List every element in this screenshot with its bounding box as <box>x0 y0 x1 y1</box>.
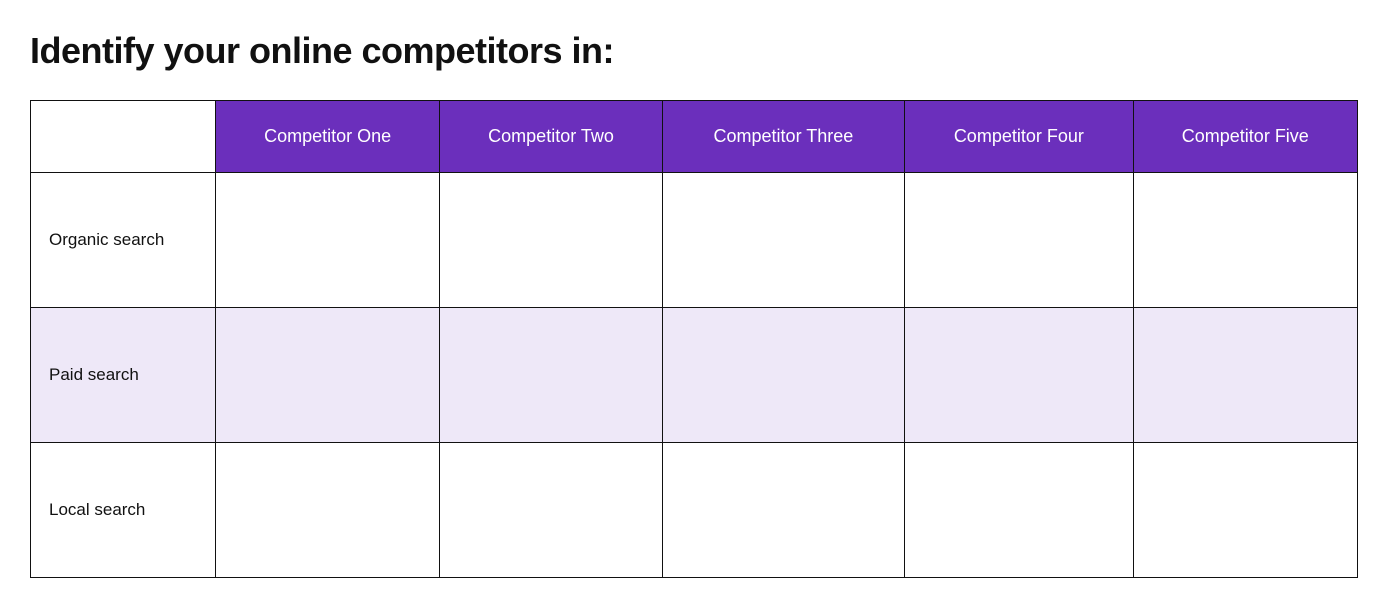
header-label-cell <box>31 101 216 173</box>
paid-competitor-three-cell[interactable] <box>662 308 904 443</box>
local-competitor-two-cell[interactable] <box>440 443 662 578</box>
local-search-label: Local search <box>31 443 216 578</box>
table-row: Organic search <box>31 173 1358 308</box>
paid-competitor-one-cell[interactable] <box>216 308 440 443</box>
table-row: Local search <box>31 443 1358 578</box>
competitor-one-header: Competitor One <box>216 101 440 173</box>
paid-competitor-five-cell[interactable] <box>1133 308 1357 443</box>
local-competitor-five-cell[interactable] <box>1133 443 1357 578</box>
table-row: Paid search <box>31 308 1358 443</box>
organic-search-label: Organic search <box>31 173 216 308</box>
competitor-four-header: Competitor Four <box>905 101 1134 173</box>
competitors-table: Competitor One Competitor Two Competitor… <box>30 100 1358 578</box>
organic-competitor-three-cell[interactable] <box>662 173 904 308</box>
local-competitor-three-cell[interactable] <box>662 443 904 578</box>
competitor-five-header: Competitor Five <box>1133 101 1357 173</box>
organic-competitor-two-cell[interactable] <box>440 173 662 308</box>
paid-competitor-two-cell[interactable] <box>440 308 662 443</box>
organic-competitor-one-cell[interactable] <box>216 173 440 308</box>
organic-competitor-four-cell[interactable] <box>905 173 1134 308</box>
local-competitor-one-cell[interactable] <box>216 443 440 578</box>
organic-competitor-five-cell[interactable] <box>1133 173 1357 308</box>
paid-competitor-four-cell[interactable] <box>905 308 1134 443</box>
competitor-three-header: Competitor Three <box>662 101 904 173</box>
page-title: Identify your online competitors in: <box>30 30 1358 72</box>
table-header-row: Competitor One Competitor Two Competitor… <box>31 101 1358 173</box>
paid-search-label: Paid search <box>31 308 216 443</box>
competitor-two-header: Competitor Two <box>440 101 662 173</box>
local-competitor-four-cell[interactable] <box>905 443 1134 578</box>
